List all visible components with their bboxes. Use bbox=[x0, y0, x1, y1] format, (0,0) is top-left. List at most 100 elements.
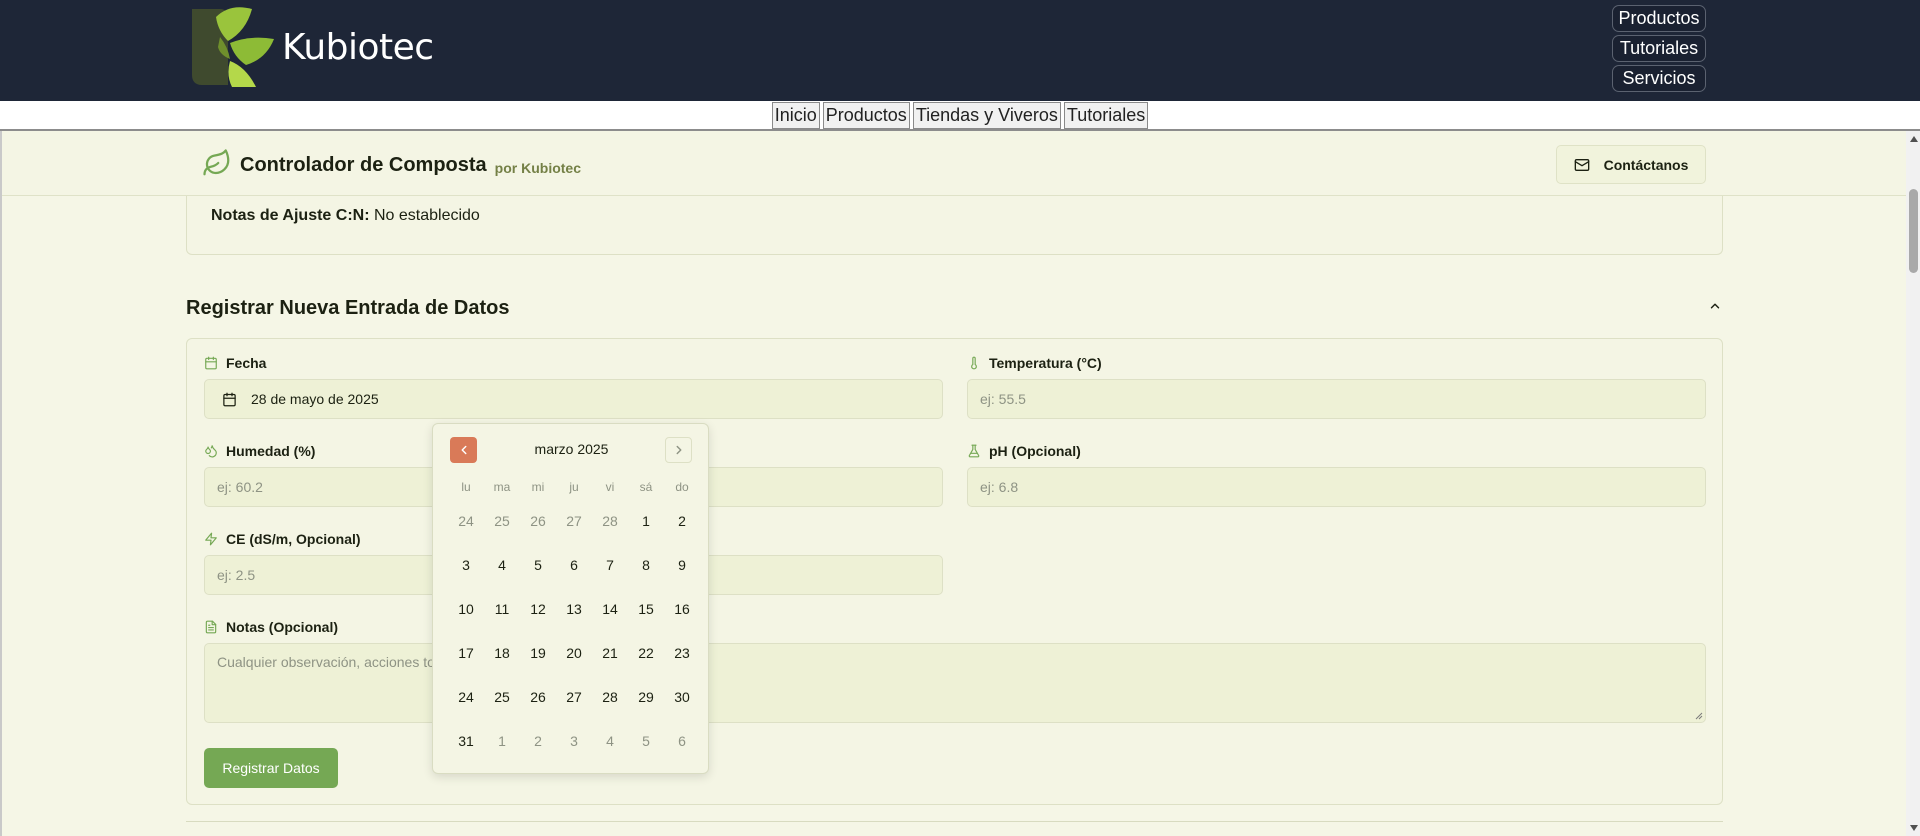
file-text-icon bbox=[205, 620, 217, 634]
calendar-day-outside[interactable]: 27 bbox=[556, 499, 592, 543]
calendar-day[interactable]: 31 bbox=[448, 719, 484, 763]
calendar-grid: lu ma mi ju vi sá do 24 25 26 27 28 1 2 3 4 5 6 7 8 9 10 11 12 1… bbox=[448, 475, 700, 763]
resize-handle-icon[interactable] bbox=[1695, 712, 1703, 720]
thermometer-icon bbox=[971, 356, 977, 370]
top-nav-servicios[interactable]: Servicios bbox=[1612, 65, 1706, 92]
calendar-day[interactable]: 4 bbox=[484, 543, 520, 587]
section-title: Registrar Nueva Entrada de Datos bbox=[186, 297, 510, 319]
calendar-day-outside[interactable]: 28 bbox=[592, 499, 628, 543]
app-title-wrap: Controlador de Composta por Kubiotec bbox=[202, 148, 581, 183]
calendar-day[interactable]: 19 bbox=[520, 631, 556, 675]
weekday-header: vi bbox=[605, 480, 615, 494]
calendar-day-outside[interactable]: 6 bbox=[664, 719, 700, 763]
app-frame: Notas de Ajuste C:N: No establecido Cont… bbox=[0, 131, 1920, 836]
calendar-day[interactable]: 6 bbox=[556, 543, 592, 587]
calendar-day[interactable]: 16 bbox=[664, 587, 700, 631]
sec-nav-productos[interactable]: Productos bbox=[822, 102, 910, 129]
sec-nav-tiendas[interactable]: Tiendas y Viveros bbox=[912, 102, 1061, 129]
calendar-day[interactable]: 22 bbox=[628, 631, 664, 675]
registrar-datos-button[interactable]: Registrar Datos bbox=[204, 748, 338, 788]
fecha-label: Fecha bbox=[204, 355, 266, 371]
secondary-nav: Inicio Productos Tiendas y Viveros Tutor… bbox=[0, 101, 1920, 131]
contact-label: Contáctanos bbox=[1603, 156, 1689, 173]
calendar-day[interactable]: 24 bbox=[448, 675, 484, 719]
scrollbar[interactable] bbox=[1906, 131, 1920, 836]
calendar-day[interactable]: 5 bbox=[520, 543, 556, 587]
brand-name: Kubiotec bbox=[282, 26, 434, 68]
divider bbox=[186, 821, 1723, 822]
cn-notes: Notas de Ajuste C:N: No establecido bbox=[211, 207, 480, 225]
contact-button[interactable]: Contáctanos bbox=[1556, 145, 1706, 184]
weekday-header: lu bbox=[461, 480, 471, 494]
chevron-up-icon[interactable] bbox=[1708, 299, 1722, 313]
fecha-date-picker[interactable]: 28 de mayo de 2025 bbox=[204, 379, 943, 419]
calendar-day[interactable]: 28 bbox=[592, 675, 628, 719]
calendar-day[interactable]: 10 bbox=[448, 587, 484, 631]
calendar-day-outside[interactable]: 25 bbox=[484, 499, 520, 543]
calendar-icon bbox=[223, 392, 236, 406]
ph-input[interactable]: ej: 6.8 bbox=[967, 467, 1706, 507]
scroll-up-icon[interactable] bbox=[1910, 136, 1918, 142]
temperatura-input[interactable]: ej: 55.5 bbox=[967, 379, 1706, 419]
calendar-day[interactable]: 9 bbox=[664, 543, 700, 587]
calendar-day-outside[interactable]: 3 bbox=[556, 719, 592, 763]
sec-nav-inicio[interactable]: Inicio bbox=[771, 102, 820, 129]
calendar-day[interactable]: 12 bbox=[520, 587, 556, 631]
scroll-thumb[interactable] bbox=[1909, 189, 1918, 273]
chevron-right-icon bbox=[676, 445, 681, 455]
fecha-value: 28 de mayo de 2025 bbox=[251, 391, 379, 407]
app-subtitle: por Kubiotec bbox=[494, 159, 582, 176]
ph-label: pH (Opcional) bbox=[967, 443, 1081, 459]
calendar-day[interactable]: 23 bbox=[664, 631, 700, 675]
top-nav: Productos Tutoriales Servicios bbox=[1612, 5, 1706, 92]
calendar-day-outside[interactable]: 4 bbox=[592, 719, 628, 763]
calendar-day-outside[interactable]: 24 bbox=[448, 499, 484, 543]
app-header: Controlador de Composta por Kubiotec Con… bbox=[2, 131, 1906, 196]
calendar-day[interactable]: 21 bbox=[592, 631, 628, 675]
notas-label: Notas (Opcional) bbox=[204, 619, 338, 635]
weekday-header: mi bbox=[531, 480, 545, 494]
calendar-day[interactable]: 29 bbox=[628, 675, 664, 719]
brand[interactable]: Kubiotec bbox=[190, 7, 434, 87]
calendar-day[interactable]: 14 bbox=[592, 587, 628, 631]
calendar-day-outside[interactable]: 26 bbox=[520, 499, 556, 543]
calendar-day-outside[interactable]: 1 bbox=[484, 719, 520, 763]
sec-nav-tutoriales[interactable]: Tutoriales bbox=[1063, 102, 1149, 129]
calendar-day[interactable]: 17 bbox=[448, 631, 484, 675]
cn-notes-value: No establecido bbox=[373, 207, 480, 224]
calendar-day[interactable]: 30 bbox=[664, 675, 700, 719]
weekday-header: ma bbox=[493, 480, 511, 494]
calendar-day[interactable]: 11 bbox=[484, 587, 520, 631]
flask-icon bbox=[968, 444, 980, 458]
temperatura-label: Temperatura (°C) bbox=[967, 355, 1102, 371]
calendar-day[interactable]: 25 bbox=[484, 675, 520, 719]
notas-textarea[interactable]: Cualquier observación, acciones to bbox=[204, 643, 1706, 723]
calendar-day[interactable]: 26 bbox=[520, 675, 556, 719]
calendar-icon bbox=[205, 356, 217, 370]
calendar-day[interactable]: 18 bbox=[484, 631, 520, 675]
droplets-icon bbox=[205, 445, 217, 458]
calendar-day[interactable]: 2 bbox=[664, 499, 700, 543]
calendar-day-outside[interactable]: 2 bbox=[520, 719, 556, 763]
cn-notes-label: Notas de Ajuste C:N: bbox=[211, 207, 370, 224]
calendar-day[interactable]: 20 bbox=[556, 631, 592, 675]
calendar-day[interactable]: 3 bbox=[448, 543, 484, 587]
calendar-day-outside[interactable]: 5 bbox=[628, 719, 664, 763]
weekday-header: ju bbox=[569, 480, 579, 494]
calendar-day[interactable]: 8 bbox=[628, 543, 664, 587]
top-nav-productos[interactable]: Productos bbox=[1612, 5, 1706, 32]
scroll-down-icon[interactable] bbox=[1910, 825, 1918, 831]
top-nav-tutoriales[interactable]: Tutoriales bbox=[1612, 35, 1706, 62]
site-header: Kubiotec Productos Tutoriales Servicios bbox=[0, 0, 1920, 101]
calendar-day[interactable]: 7 bbox=[592, 543, 628, 587]
calendar-day[interactable]: 1 bbox=[628, 499, 664, 543]
humedad-label: Humedad (%) bbox=[204, 443, 315, 459]
app-title: Controlador de Composta bbox=[240, 154, 487, 176]
calendar-day[interactable]: 13 bbox=[556, 587, 592, 631]
ce-label: CE (dS/m, Opcional) bbox=[204, 531, 361, 547]
weekday-header: do bbox=[675, 480, 689, 494]
zap-icon bbox=[205, 532, 217, 546]
calendar-day[interactable]: 15 bbox=[628, 587, 664, 631]
calendar-next-month-button[interactable] bbox=[665, 437, 692, 463]
calendar-day[interactable]: 27 bbox=[556, 675, 592, 719]
